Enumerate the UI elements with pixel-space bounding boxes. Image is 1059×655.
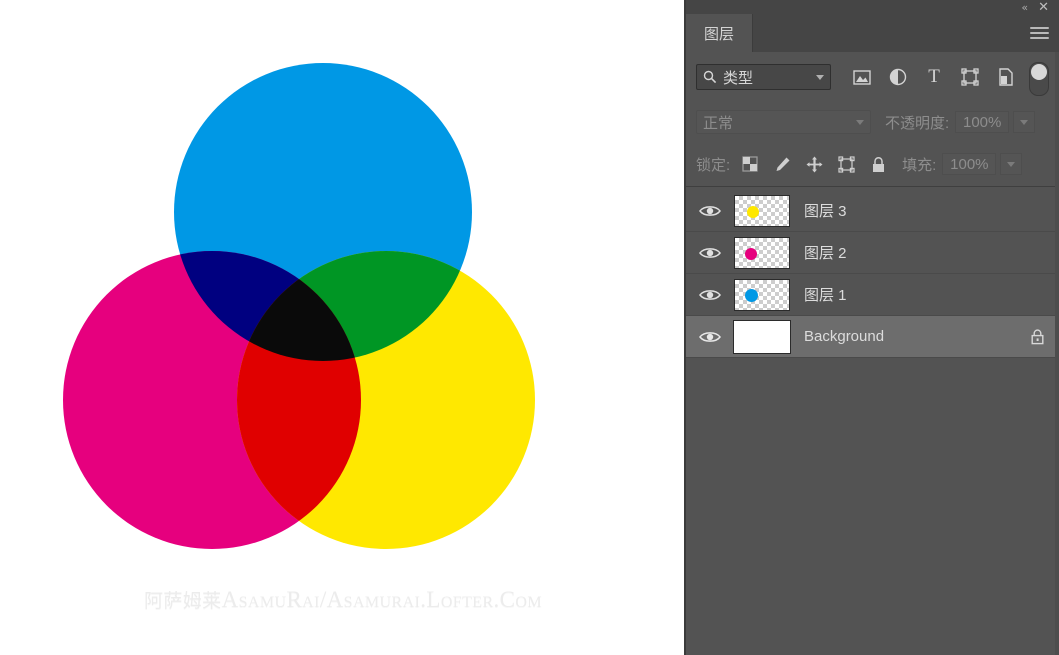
toggle-knob [1031, 64, 1047, 80]
eye-icon [699, 289, 721, 300]
watermark-cjk: 阿萨姆莱 [143, 590, 222, 612]
smartobject-filter-icon[interactable] [993, 64, 1019, 90]
layer-thumbnail[interactable] [734, 194, 790, 227]
layer-name[interactable]: 图层 2 [804, 242, 1059, 263]
lock-position-icon[interactable] [804, 154, 824, 174]
fill-label: 填充: [902, 156, 937, 174]
chevron-down-icon [856, 119, 864, 125]
layer-name[interactable]: Background [804, 328, 1015, 345]
layer-visibility-toggle[interactable] [686, 190, 734, 232]
lock-row: 锁定: 填充: 100% [686, 142, 1059, 187]
lock-image-icon[interactable] [772, 154, 792, 174]
chevron-down-icon [816, 74, 824, 80]
thumbnail-content [747, 205, 759, 218]
filter-enable-toggle[interactable] [1029, 62, 1049, 96]
chevron-down-icon [1007, 161, 1016, 167]
eye-icon [699, 247, 721, 258]
shape-filter-icon[interactable] [957, 64, 983, 90]
tab-layers[interactable]: 图层 [686, 14, 754, 52]
blend-mode-row: 正常 不透明度: 100% [686, 102, 1059, 143]
venn-svg [0, 0, 686, 600]
fill-stepper[interactable] [1000, 153, 1023, 175]
panel-window-controls: « ✕ [686, 0, 1059, 14]
panel-menu-button[interactable] [1019, 14, 1059, 52]
chevron-down-icon [1020, 119, 1029, 125]
table-row[interactable]: Background [686, 316, 1059, 358]
opacity-input[interactable]: 100% [955, 111, 1010, 133]
layer-thumbnail[interactable] [734, 236, 790, 269]
layer-list: 图层 3 图层 2 图层 1 Background [686, 190, 1059, 358]
layer-thumbnail[interactable] [734, 278, 790, 311]
layer-lock-indicator [1015, 328, 1059, 345]
lock-transparency-icon[interactable] [740, 154, 760, 174]
opacity-label: 不透明度: [885, 114, 950, 132]
opacity-stepper[interactable] [1013, 111, 1036, 133]
fill-input[interactable]: 100% [942, 153, 997, 175]
close-panel-icon[interactable]: ✕ [1038, 1, 1049, 14]
blend-mode-value: 正常 [703, 114, 734, 132]
filter-icon-group: T [849, 64, 1019, 90]
filter-type-select[interactable]: 类型 [696, 64, 831, 90]
lock-all-icon[interactable] [868, 154, 888, 174]
lock-icon [1031, 329, 1044, 345]
pixel-filter-icon[interactable] [849, 64, 875, 90]
blend-mode-select[interactable]: 正常 [696, 110, 871, 134]
collapse-panel-icon[interactable]: « [1021, 2, 1028, 13]
layer-visibility-toggle[interactable] [686, 232, 734, 274]
lock-artboard-icon[interactable] [836, 154, 856, 174]
panel-right-edge [1055, 52, 1059, 655]
eye-icon [699, 205, 721, 216]
watermark-latin: AsamuRai/Asamurai.Lofter.Com [221, 587, 542, 612]
layers-panel: « ✕ 图层 类型 T 正常 不透明度: 100% 锁定: 填充: 100% 图… [686, 0, 1059, 655]
layer-list-empty-area[interactable] [686, 358, 1059, 655]
table-row[interactable]: 图层 3 [686, 190, 1059, 232]
filter-type-label: 类型 [723, 69, 754, 87]
layer-filter-row: 类型 T [686, 52, 1059, 103]
panel-tabbar: 图层 [686, 14, 1059, 53]
table-row[interactable]: 图层 2 [686, 232, 1059, 274]
document-canvas[interactable]: 阿萨姆莱AsamuRai/Asamurai.Lofter.Com [0, 0, 686, 655]
layer-visibility-toggle[interactable] [686, 316, 734, 358]
table-row[interactable]: 图层 1 [686, 274, 1059, 316]
eye-icon [699, 331, 721, 342]
thumbnail-content [745, 247, 757, 260]
watermark: 阿萨姆莱AsamuRai/Asamurai.Lofter.Com [0, 586, 686, 613]
search-icon [703, 70, 717, 84]
hamburger-icon [1029, 24, 1049, 42]
layer-name[interactable]: 图层 3 [804, 200, 1059, 221]
thumbnail-content [745, 288, 758, 302]
adjustment-filter-icon[interactable] [885, 64, 911, 90]
tabbar-empty [753, 14, 1019, 52]
layer-visibility-toggle[interactable] [686, 274, 734, 316]
layer-name[interactable]: 图层 1 [804, 284, 1059, 305]
type-filter-icon[interactable]: T [921, 64, 947, 90]
lock-label: 锁定: [696, 156, 731, 174]
layer-thumbnail[interactable] [733, 319, 791, 354]
lock-icon-group [740, 154, 888, 174]
cmy-venn-figure [0, 0, 686, 600]
